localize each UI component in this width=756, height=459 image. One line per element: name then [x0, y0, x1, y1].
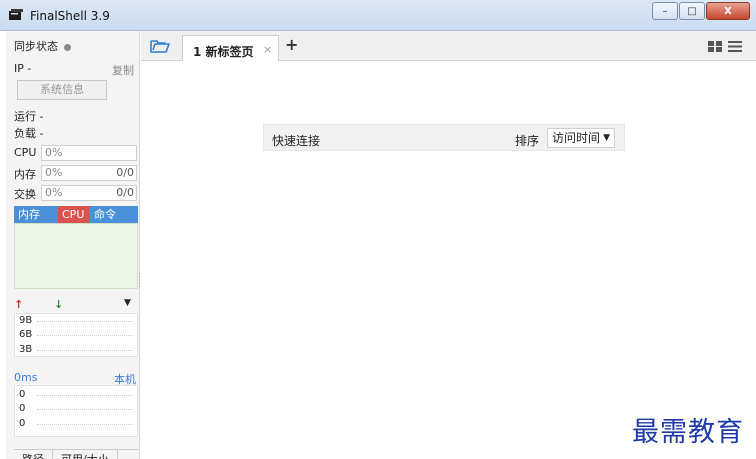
metric-label: 内存: [14, 168, 36, 181]
chevron-down-icon: ▼: [603, 133, 610, 143]
sync-status-label: 同步状态: [14, 40, 58, 53]
ip-label: IP -: [14, 62, 32, 75]
metric-extra: 0/0: [116, 186, 134, 199]
sort-dropdown[interactable]: 访问时间 ▼: [547, 128, 615, 148]
grid-view-icon[interactable]: [708, 41, 722, 52]
grid-line: [37, 409, 133, 410]
tab-new-tab[interactable]: 1 新标签页 ×: [182, 35, 279, 61]
maximize-button[interactable]: □: [679, 2, 705, 20]
download-arrow-icon: ↓: [54, 298, 64, 311]
swap-metric: 交换 0% 0/0: [14, 185, 138, 201]
grid-line: [37, 424, 133, 425]
quick-connect-label[interactable]: 快速连接: [272, 132, 320, 149]
grid-line: [37, 321, 133, 322]
status-sidebar: 同步状态 IP - 复制 系统信息 运行 - 负载 - CPU 0% 内存 0%…: [6, 31, 140, 459]
process-list[interactable]: [14, 223, 138, 289]
minimize-button[interactable]: –: [652, 2, 678, 20]
metric-label: 交换: [14, 188, 36, 201]
cpu-metric: CPU 0%: [14, 145, 138, 161]
ping-latency-label: 0ms: [14, 371, 38, 384]
cpu-usage-bar: 0%: [41, 145, 137, 161]
upload-arrow-icon: ↑: [14, 298, 24, 311]
column-available-size[interactable]: 可用/大小: [53, 450, 118, 459]
network-scale-label: 6B: [19, 329, 33, 340]
process-tabs: 内存 CPU 命令: [14, 206, 138, 223]
metric-value: 0%: [45, 146, 63, 159]
add-tab-icon[interactable]: +: [285, 35, 298, 54]
close-button[interactable]: X: [706, 2, 750, 20]
window-titlebar: FinalShell 3.9 – □ X: [0, 0, 756, 31]
network-scale-label: 9B: [19, 315, 33, 326]
watermark-text: 最需教育: [632, 417, 744, 448]
ping-scale-label: 0: [19, 403, 26, 414]
ping-scale-label: 0: [19, 418, 26, 429]
ping-scale-label: 0: [19, 389, 26, 400]
uptime-label: 运行 -: [14, 110, 44, 123]
tab-process-command[interactable]: 命令: [90, 206, 120, 223]
window-controls: – □ X: [651, 2, 750, 22]
metric-extra: 0/0: [116, 166, 134, 179]
menu-icon[interactable]: [728, 41, 742, 52]
session-tabstrip: 1 新标签页 × +: [141, 31, 756, 61]
swap-usage-bar: 0% 0/0: [41, 185, 137, 201]
sort-value: 访问时间: [552, 131, 601, 145]
ping-graph: 0 0 0: [14, 385, 138, 437]
grid-line: [37, 335, 133, 336]
tab-label: 1 新标签页: [193, 45, 254, 59]
system-info-button[interactable]: 系统信息: [17, 80, 107, 100]
load-label: 负载 -: [14, 127, 44, 140]
sort-label: 排序: [515, 134, 540, 148]
column-path[interactable]: 路径: [14, 450, 53, 459]
window-title: FinalShell 3.9: [30, 9, 110, 23]
disk-table-header: 路径 可用/大小: [14, 449, 138, 459]
memory-metric: 内存 0% 0/0: [14, 165, 138, 181]
metric-value: 0%: [45, 186, 63, 199]
network-scale-label: 3B: [19, 344, 33, 355]
network-graph: 9B 6B 3B: [14, 313, 138, 357]
metric-value: 0%: [45, 166, 63, 179]
folder-open-icon[interactable]: [150, 38, 170, 54]
copy-ip-button[interactable]: 复制: [112, 62, 134, 78]
sync-status[interactable]: 同步状态: [14, 38, 71, 54]
tab-process-memory[interactable]: 内存: [14, 206, 58, 223]
sync-dot-icon: [64, 43, 71, 51]
finalshell-app-icon: [9, 9, 23, 20]
grid-line: [37, 350, 133, 351]
grid-line: [37, 395, 133, 396]
tab-process-cpu[interactable]: CPU: [58, 206, 90, 223]
metric-label: CPU: [14, 146, 37, 159]
tab-content-area: [141, 61, 756, 459]
memory-usage-bar: 0% 0/0: [41, 165, 137, 181]
quick-connect-bar: 快速连接 排序 访问时间 ▼: [263, 124, 625, 151]
close-tab-icon[interactable]: ×: [263, 43, 272, 56]
network-interface-dropdown[interactable]: ▼: [124, 298, 131, 308]
